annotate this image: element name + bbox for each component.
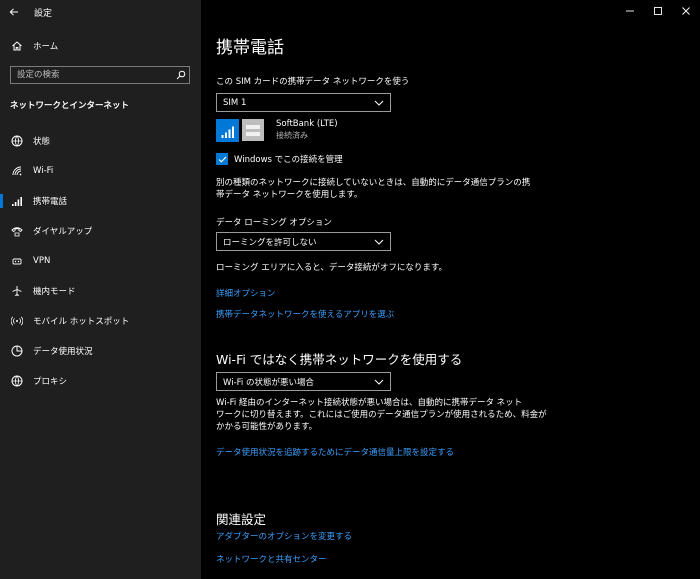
sidebar-item-vpn[interactable]: VPN — [0, 250, 201, 272]
desc-line: かかる可能性があります。 — [216, 422, 318, 432]
sidebar-item-label: Wi-Fi — [33, 166, 54, 176]
maximize-icon — [654, 7, 662, 15]
sim-dropdown[interactable]: SIM 1 — [216, 93, 391, 112]
airplane-icon — [10, 284, 24, 298]
sim-card-icon — [242, 119, 264, 141]
hotspot-icon — [10, 314, 24, 328]
back-arrow-icon — [9, 8, 18, 16]
close-icon — [682, 7, 690, 15]
signal-strength-icon — [216, 118, 239, 142]
maximize-button[interactable] — [644, 0, 672, 22]
related-settings-heading: 関連設定 — [216, 512, 267, 527]
chevron-down-icon — [374, 100, 384, 106]
vpn-icon — [10, 254, 24, 268]
manage-connection-checkbox[interactable] — [216, 153, 228, 165]
section-title: ネットワークとインターネット — [10, 101, 130, 111]
sidebar-item-cellular[interactable]: 携帯電話 — [0, 190, 201, 212]
sidebar-item-label: ダイヤルアップ — [33, 227, 93, 237]
minimize-button[interactable] — [616, 0, 644, 22]
sidebar-item-label: プロキシ — [33, 377, 68, 387]
adapter-options-link[interactable]: アダプターのオプションを変更する — [216, 530, 352, 542]
sidebar-item-label: モバイル ホットスポット — [33, 317, 130, 327]
search-box — [10, 66, 190, 84]
proxy-globe-icon — [10, 374, 24, 388]
selection-indicator — [0, 194, 3, 208]
manage-connection-label: Windows でこの接続を管理 — [234, 155, 343, 165]
wifi-section-heading: Wi-Fi ではなく携帯ネットワークを使用する — [216, 352, 463, 367]
search-icon[interactable] — [173, 67, 189, 83]
minimize-icon — [626, 10, 634, 12]
roaming-dropdown-value: ローミングを許可しない — [223, 237, 317, 248]
roaming-desc: ローミング エリアに入ると、データ接続がオフになります。 — [216, 263, 448, 273]
app-title: 設定 — [34, 8, 53, 19]
sidebar-item-status[interactable]: 状態 — [0, 130, 201, 152]
auto-connect-desc: 別の種類のネットワークに接続していないときは、自動的にデータ通信プランの携 帯デ… — [216, 177, 530, 201]
carrier-info: SoftBank (LTE) 接続済み — [216, 118, 338, 142]
sidebar-item-label: 状態 — [33, 137, 51, 147]
sidebar-item-data-usage[interactable]: データ使用状況 — [0, 340, 201, 362]
dialup-icon — [10, 224, 24, 238]
desc-line: 別の種類のネットワークに接続していないときは、自動的にデータ通信プランの携 — [216, 178, 531, 188]
data-limit-link[interactable]: データ使用状況を追跡するためにデータ通信量上限を設定する — [216, 446, 454, 458]
sidebar-item-proxy[interactable]: プロキシ — [0, 370, 201, 392]
roaming-label: データ ローミング オプション — [216, 218, 332, 228]
sidebar-item-label: 機内モード — [33, 287, 76, 297]
sim-label: この SIM カードの携帯データ ネットワークを使う — [216, 77, 410, 87]
advanced-options-link[interactable]: 詳細オプション — [216, 287, 276, 299]
sidebar: 設定 ホーム ネットワークとインターネット 状態 — [0, 0, 201, 579]
checkmark-icon — [218, 156, 226, 163]
wifi-fallback-dropdown[interactable]: Wi-Fi の状態が悪い場合 — [216, 372, 391, 391]
sidebar-item-wifi[interactable]: Wi-Fi — [0, 160, 201, 182]
carrier-status: 接続済み — [276, 131, 308, 140]
sidebar-item-label: VPN — [33, 256, 51, 266]
sidebar-item-label: データ使用状況 — [33, 347, 93, 357]
title-bar: 設定 — [0, 0, 201, 24]
desc-line: Wi-Fi 経由のインターネット接続状態が悪い場合は、自動的に携帯データ ネット — [216, 398, 523, 408]
back-button[interactable] — [0, 0, 28, 24]
wifi-fallback-desc: Wi-Fi 経由のインターネット接続状態が悪い場合は、自動的に携帯データ ネット… — [216, 397, 547, 433]
desc-line: ワークに切り替えます。これにはご使用のデータ通信プランが使用されるため、料金が — [216, 410, 547, 420]
network-center-link[interactable]: ネットワークと共有センター — [216, 553, 327, 565]
nav-home[interactable]: ホーム — [0, 36, 201, 56]
desc-line: 帯データ ネットワークを使用します。 — [216, 190, 363, 200]
roaming-dropdown[interactable]: ローミングを許可しない — [216, 232, 391, 251]
chevron-down-icon — [374, 239, 384, 245]
sidebar-item-dialup[interactable]: ダイヤルアップ — [0, 220, 201, 242]
wifi-dropdown-value: Wi-Fi の状態が悪い場合 — [223, 377, 314, 388]
carrier-name: SoftBank (LTE) — [276, 119, 338, 129]
nav-home-label: ホーム — [33, 42, 59, 52]
globe-status-icon — [10, 134, 24, 148]
sidebar-item-label: 携帯電話 — [33, 197, 68, 207]
chevron-down-icon — [374, 379, 384, 385]
choose-apps-link[interactable]: 携帯データネットワークを使えるアプリを選ぶ — [216, 308, 394, 320]
sidebar-item-hotspot[interactable]: モバイル ホットスポット — [0, 310, 201, 332]
search-input[interactable] — [11, 67, 173, 83]
data-usage-icon — [10, 344, 24, 358]
close-button[interactable] — [672, 0, 700, 22]
manage-connection-row[interactable]: Windows でこの接続を管理 — [216, 153, 343, 165]
cellular-icon — [10, 194, 24, 208]
sidebar-item-airplane[interactable]: 機内モード — [0, 280, 201, 302]
window-controls — [616, 0, 700, 22]
main-content: 携帯電話 この SIM カードの携帯データ ネットワークを使う SIM 1 So… — [201, 0, 700, 579]
wifi-icon — [10, 164, 24, 178]
page-title: 携帯電話 — [216, 38, 284, 58]
home-icon — [10, 39, 24, 53]
sim-dropdown-value: SIM 1 — [223, 97, 247, 108]
